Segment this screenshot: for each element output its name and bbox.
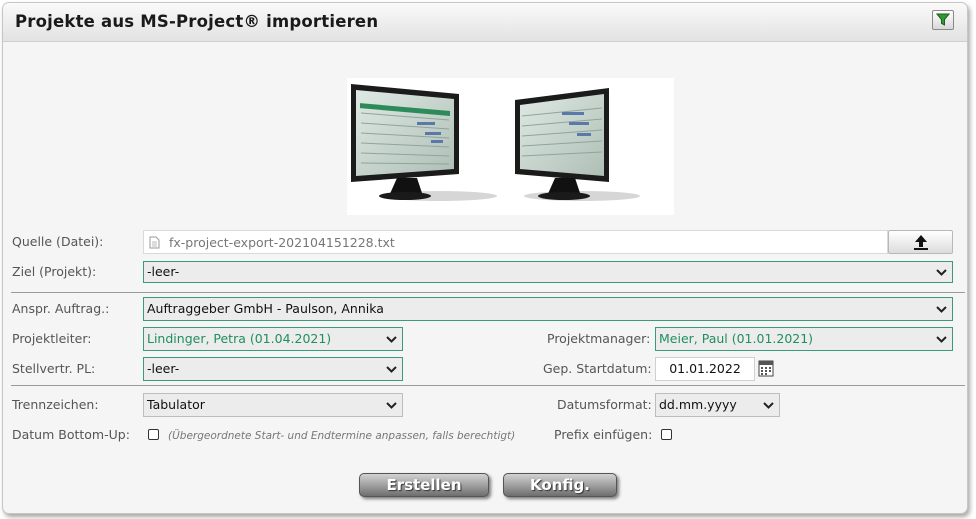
upload-icon — [914, 235, 928, 250]
source-label: Quelle (Datei): — [12, 234, 104, 249]
deputy-lead-label: Stellvertr. PL: — [12, 361, 96, 376]
separator-line — [11, 292, 965, 293]
client-value: Auftraggeber GmbH - Paulson, Annika — [147, 301, 384, 316]
create-button[interactable]: Erstellen — [359, 473, 489, 497]
dialog-title: Projekte aus MS-Project® importieren — [15, 12, 379, 31]
date-bottom-up-label: Datum Bottom-Up: — [12, 427, 130, 442]
project-manager-label: Projektmanager: — [547, 331, 651, 346]
date-format-label: Datumsformat: — [557, 397, 652, 412]
separator-char-value: Tabulator — [147, 397, 205, 412]
project-lead-label: Projektleiter: — [12, 331, 92, 346]
add-prefix-label: Prefix einfügen: — [554, 427, 653, 442]
target-label: Ziel (Projekt): — [12, 264, 97, 279]
date-bottom-up-hint: (Übergeordnete Start- und Endtermine anp… — [168, 430, 516, 442]
date-format-select[interactable]: dd.mm.yyyy — [655, 393, 780, 417]
chevron-down-icon — [930, 299, 952, 319]
project-manager-value: Meier, Paul (01.01.2021) — [659, 331, 814, 346]
chevron-down-icon — [380, 395, 402, 415]
import-dialog: Projekte aus MS-Project® importieren Que… — [2, 2, 968, 514]
chevron-down-icon — [380, 359, 402, 379]
client-select[interactable]: Auftraggeber GmbH - Paulson, Annika — [143, 297, 953, 321]
chevron-down-icon — [930, 329, 952, 349]
filter-icon — [936, 13, 950, 26]
chevron-down-icon — [757, 395, 779, 415]
project-lead-select[interactable]: Lindinger, Petra (01.04.2021) — [143, 327, 403, 351]
target-project-value: -leer- — [147, 264, 180, 279]
deputy-lead-select[interactable]: -leer- — [143, 357, 403, 381]
chevron-down-icon — [930, 262, 952, 282]
ms-project-monitors-image — [347, 78, 674, 215]
chevron-down-icon — [380, 329, 402, 349]
date-bottom-up-checkbox[interactable] — [148, 429, 159, 440]
project-manager-select[interactable]: Meier, Paul (01.01.2021) — [655, 327, 953, 351]
date-format-value: dd.mm.yyyy — [659, 397, 737, 412]
separator-char-label: Trennzeichen: — [12, 397, 99, 412]
file-icon — [149, 236, 160, 249]
separator-char-select[interactable]: Tabulator — [143, 393, 403, 417]
filter-button[interactable] — [932, 10, 954, 30]
planned-start-input[interactable]: 01.01.2022 — [655, 357, 755, 381]
deputy-lead-value: -leer- — [147, 361, 180, 376]
add-prefix-checkbox[interactable] — [661, 429, 672, 440]
client-label: Anspr. Auftrag.: — [12, 301, 110, 316]
dialog-titlebar: Projekte aus MS-Project® importieren — [3, 3, 967, 42]
source-file-field[interactable]: fx-project-export-202104151228.txt — [143, 230, 888, 254]
calendar-icon[interactable] — [758, 359, 774, 377]
upload-button[interactable] — [888, 230, 953, 254]
project-lead-value: Lindinger, Petra (01.04.2021) — [147, 331, 332, 346]
config-button[interactable]: Konfig. — [503, 473, 617, 497]
separator-line — [11, 385, 965, 386]
source-filename: fx-project-export-202104151228.txt — [169, 235, 395, 250]
target-project-select[interactable]: -leer- — [143, 261, 953, 283]
planned-start-label: Gep. Startdatum: — [543, 361, 652, 376]
